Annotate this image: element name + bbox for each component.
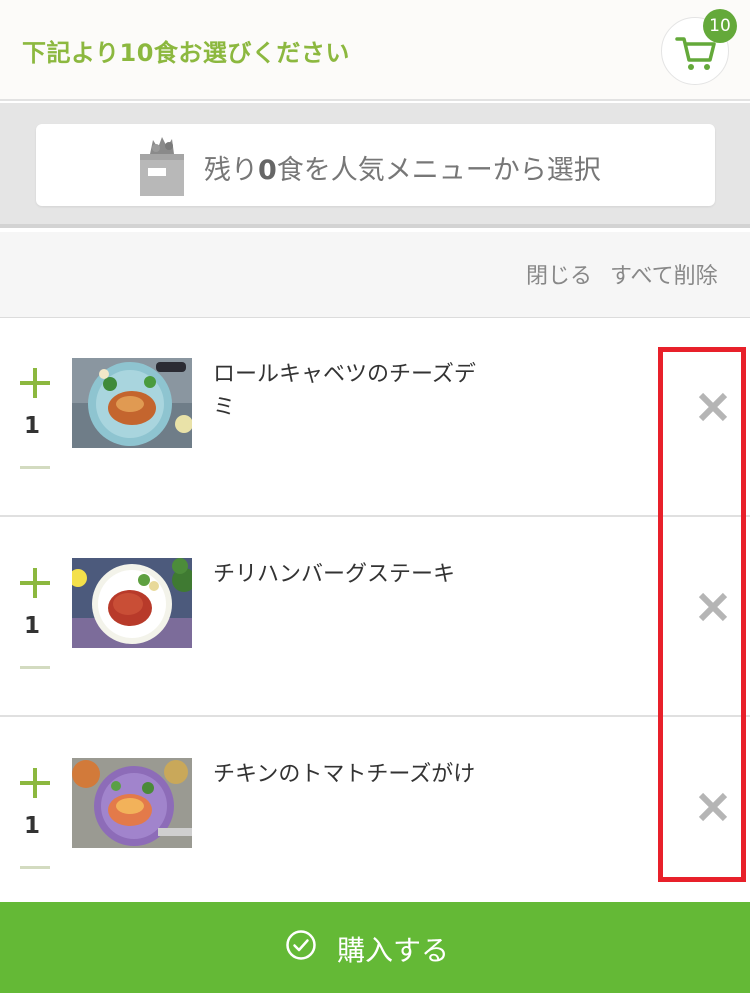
item-name: チリハンバーグステーキ (213, 562, 456, 587)
popular-menu-area: 残り0食を人気メニューから選択 (0, 103, 750, 228)
quantity-value: 1 (24, 613, 41, 639)
cart-item: 1 チキンのトマトチーズがけ (0, 718, 750, 902)
remove-item-icon[interactable] (696, 790, 730, 824)
quantity-value: 1 (24, 813, 41, 839)
purchase-label: 購入する (337, 934, 450, 967)
meal-photo (72, 558, 192, 648)
decrease-button[interactable] (20, 658, 50, 678)
increase-button[interactable] (20, 568, 50, 598)
popular-menu-button[interactable]: 残り0食を人気メニューから選択 (36, 124, 715, 206)
page-title: 下記より10食お選びください (22, 39, 350, 67)
actions-bar: 閉じる すべて削除 (0, 232, 750, 318)
item-name: ロールキャベツのチーズデミ (213, 362, 476, 420)
remove-item-icon[interactable] (696, 390, 730, 424)
meal-photo (72, 758, 192, 848)
meal-photo (72, 358, 192, 448)
cart-item: 1 ロールキャベツのチーズデミ (0, 318, 750, 517)
popular-menu-text: 残り0食を人気メニューから選択 (204, 148, 601, 187)
increase-button[interactable] (20, 768, 50, 798)
remove-item-icon[interactable] (696, 590, 730, 624)
decrease-button[interactable] (20, 858, 50, 878)
header: 下記より10食お選びください 10 (0, 0, 750, 101)
shopping-bag-icon (140, 137, 184, 196)
increase-button[interactable] (20, 368, 50, 398)
close-link[interactable]: 閉じる (526, 258, 592, 290)
decrease-button[interactable] (20, 458, 50, 478)
item-name: チキンのトマトチーズがけ (213, 762, 476, 787)
quantity-value: 1 (24, 413, 41, 439)
check-circle-icon (286, 930, 316, 960)
popular-prefix: 残り (204, 155, 258, 186)
cart-count-badge: 10 (703, 9, 737, 43)
remaining-count: 0 (258, 155, 277, 186)
cart-item: 1 チリハンバーグステーキ (0, 518, 750, 717)
delete-all-link[interactable]: すべて削除 (610, 258, 718, 290)
popular-suffix: 食を人気メニューから選択 (276, 155, 601, 186)
purchase-button[interactable]: 購入する (0, 902, 750, 993)
